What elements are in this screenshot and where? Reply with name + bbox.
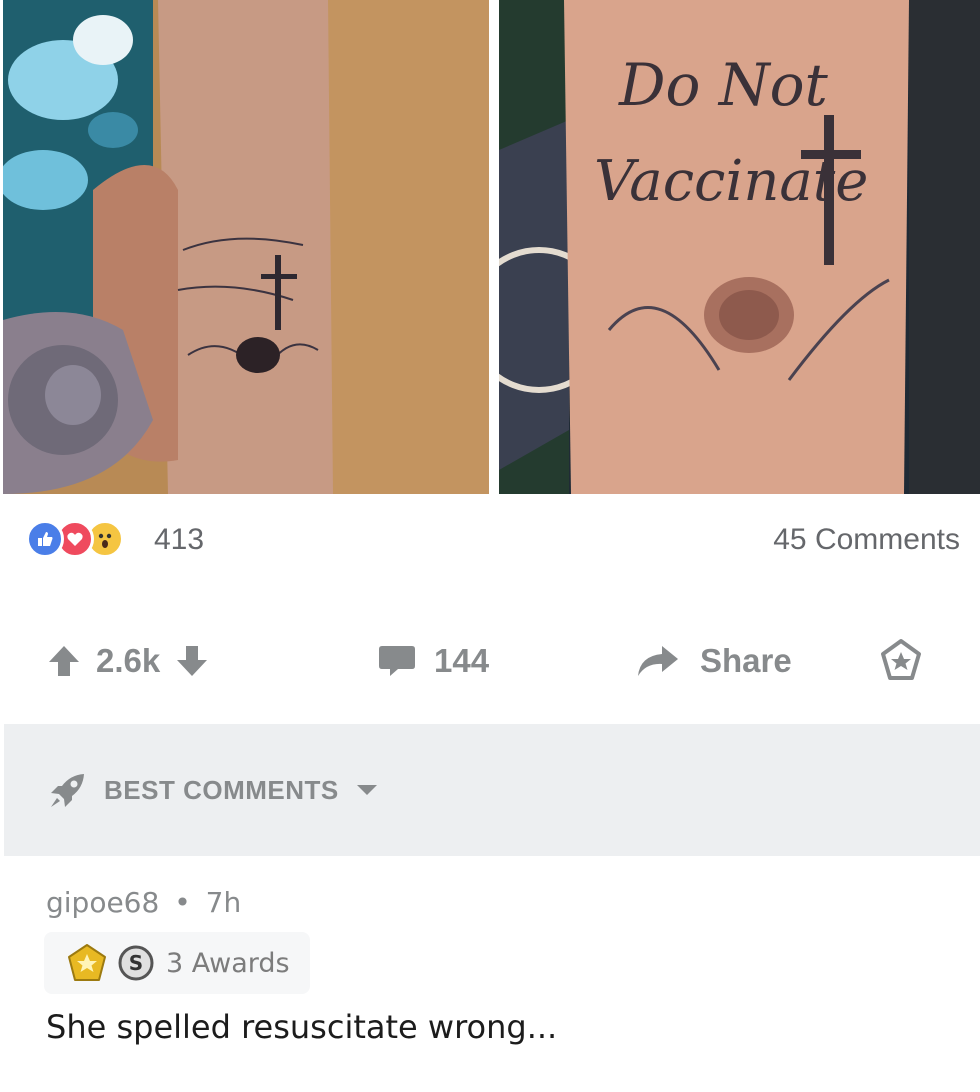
share-label: Share: [700, 642, 792, 679]
meta-separator: •: [174, 886, 191, 919]
fb-comments-link[interactable]: 45 Comments: [773, 523, 960, 557]
sort-label: BEST COMMENTS: [104, 774, 339, 805]
award-icon: [881, 639, 921, 680]
rocket-icon: [51, 774, 84, 807]
vote-group: 2.6k: [46, 625, 210, 697]
comment: gipoe68 • 7h S 3 Awards She spelled resu…: [0, 870, 980, 1092]
reaction-icons[interactable]: [26, 520, 146, 560]
facebook-reactions-row: 413 45 Comments: [0, 512, 980, 568]
silver-award-letter: S: [129, 951, 143, 975]
like-icon: [26, 520, 64, 558]
comments-button[interactable]: 144: [378, 625, 489, 697]
comment-author[interactable]: gipoe68: [46, 886, 159, 919]
comment-body: She spelled resuscitate wrong...: [46, 1008, 558, 1046]
comment-count: 144: [434, 642, 490, 679]
gold-award-icon: [68, 944, 106, 981]
comment-age: 7h: [205, 886, 242, 919]
comment-bubble-icon: [379, 646, 415, 676]
vote-score: 2.6k: [96, 642, 161, 679]
caret-down-icon: [356, 785, 377, 795]
award-button[interactable]: [878, 625, 924, 697]
downvote-icon[interactable]: [174, 643, 210, 679]
share-button[interactable]: Share: [636, 625, 792, 697]
tattoo-photo-right[interactable]: Do Not Vaccinate: [499, 0, 980, 494]
awards-badge[interactable]: S 3 Awards: [44, 932, 310, 994]
reaction-count: 413: [154, 523, 205, 556]
comment-meta: gipoe68 • 7h: [46, 886, 241, 919]
upvote-icon[interactable]: [46, 643, 82, 679]
post-action-bar: 2.6k 144 Share: [0, 625, 980, 697]
tattoo-photo-left[interactable]: [3, 0, 489, 494]
silver-award-icon: S: [118, 945, 154, 981]
comment-sort-bar[interactable]: BEST COMMENTS: [4, 724, 980, 856]
tattoo-text-do-not: Do Not: [618, 51, 829, 119]
share-arrow-icon: [638, 646, 678, 676]
post-images: Do Not Vaccinate: [0, 0, 980, 494]
awards-label: 3 Awards: [166, 947, 290, 979]
